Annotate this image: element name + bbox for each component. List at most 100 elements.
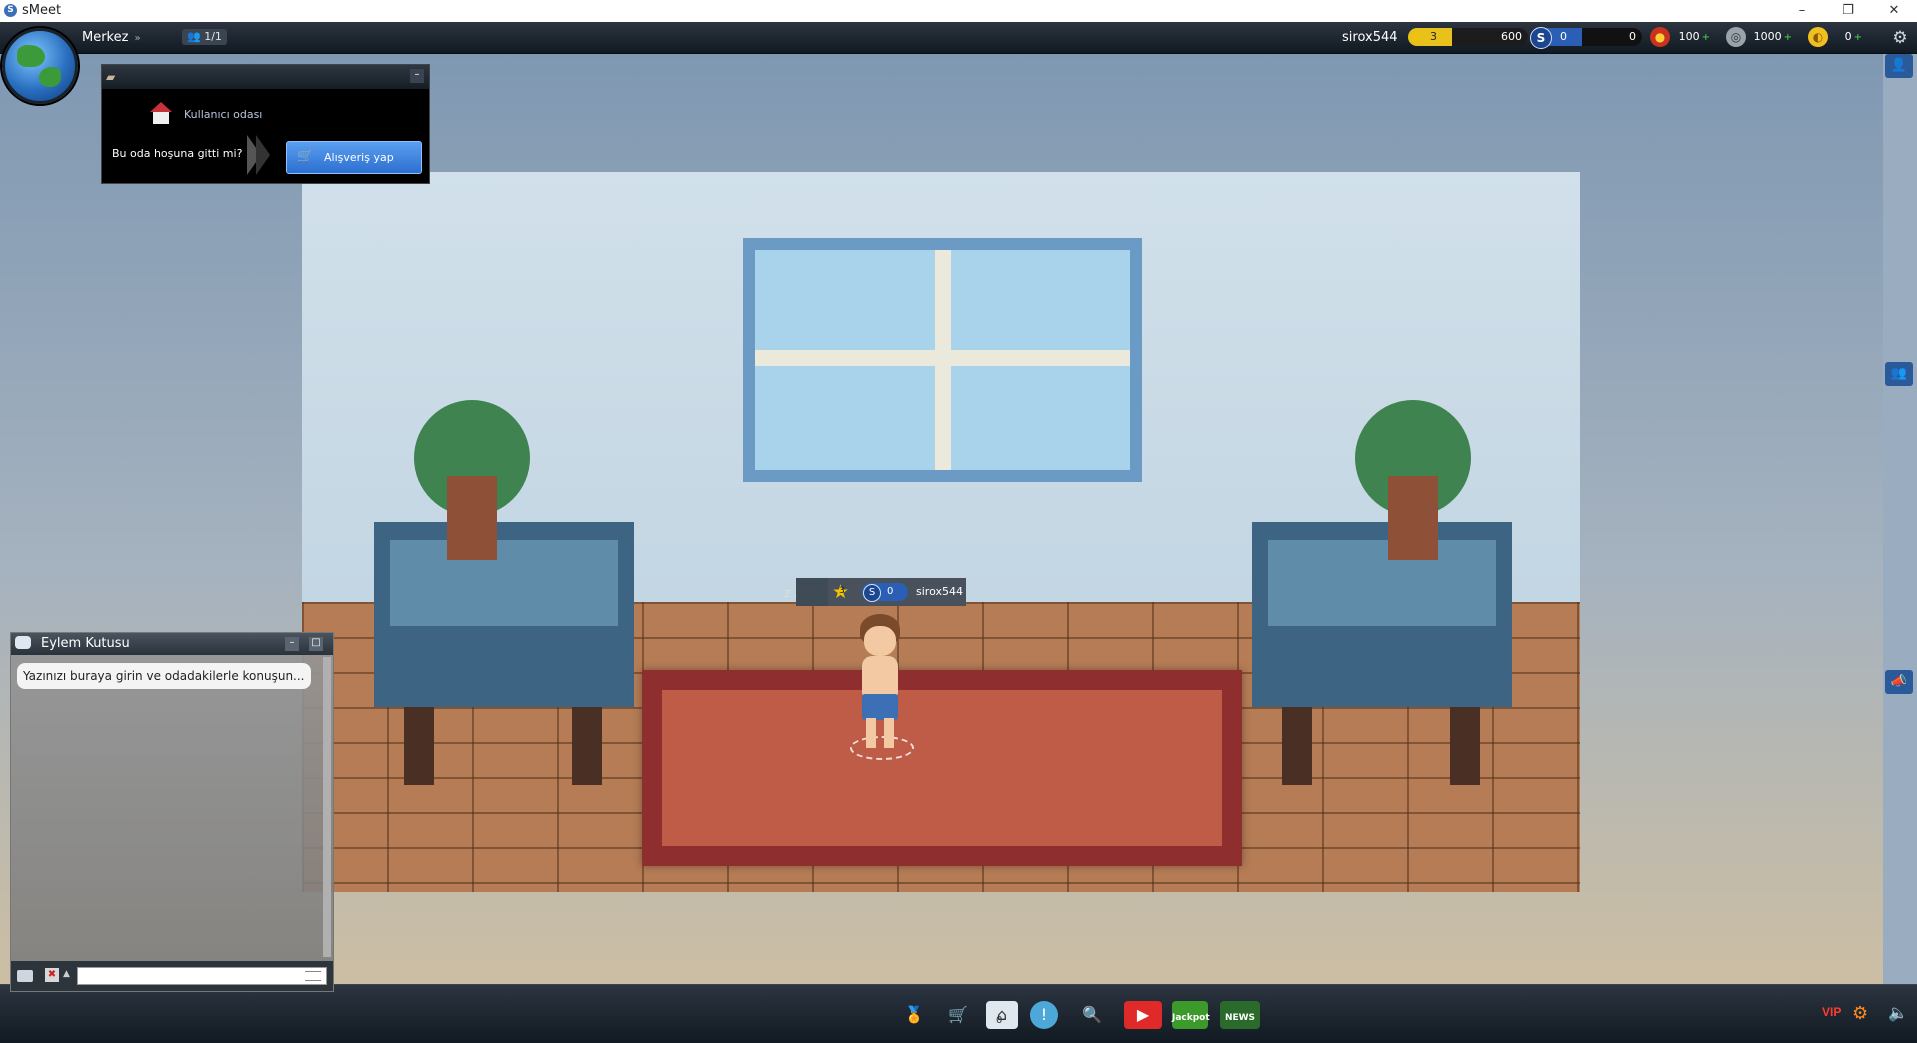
player-avatar[interactable] bbox=[850, 614, 914, 760]
username-label[interactable]: sirox544 bbox=[1342, 30, 1398, 45]
room-rug bbox=[642, 670, 1242, 866]
home-icon[interactable]: ⌂ 0 bbox=[986, 1001, 1018, 1029]
cabinet-leg bbox=[572, 707, 602, 785]
cart-icon: 🛒 bbox=[297, 149, 314, 164]
shopping-cart-icon[interactable]: 🛒 bbox=[942, 1001, 974, 1029]
player-coins: 0 bbox=[887, 586, 894, 597]
gear-icon[interactable]: ⚙ bbox=[1852, 1003, 1868, 1024]
box-icon: ▰ bbox=[106, 70, 116, 84]
vip-icon[interactable]: VIP bbox=[1822, 1005, 1841, 1019]
rug-inner bbox=[662, 690, 1222, 846]
avatar-shorts bbox=[862, 694, 898, 720]
news-icon[interactable]: NEWS bbox=[1220, 1001, 1260, 1029]
xp-value: 600 bbox=[1501, 30, 1522, 43]
smeet-coin-left-value: 0 bbox=[1560, 30, 1567, 43]
player-level: 3 bbox=[839, 586, 845, 596]
avatar-leg bbox=[866, 718, 876, 748]
room-info-panel: ▰ – Kullanıcı odası Bu oda hoşuna gitti … bbox=[101, 64, 430, 184]
energy-icon: ● bbox=[1650, 27, 1670, 47]
energy-value: 100 + bbox=[1678, 30, 1710, 43]
cabinet-leg bbox=[404, 707, 434, 785]
right-plant-pot bbox=[1388, 476, 1438, 560]
gold-value: 0 + bbox=[1844, 30, 1862, 43]
chat-panel: Eylem Kutusu – □ Yazınızı buraya girin v… bbox=[10, 632, 334, 992]
level-xp-indicator[interactable]: ★ 3 600 bbox=[1408, 28, 1528, 46]
avatar-body bbox=[862, 656, 898, 698]
chat-hint-message: Yazınızı buraya girin ve odadakilerle ko… bbox=[17, 663, 311, 689]
maximize-chat-button[interactable]: □ bbox=[309, 637, 323, 651]
window-titlebar: S sMeet – ❐ ✕ bbox=[0, 0, 1917, 23]
cabinet-leg bbox=[1450, 707, 1480, 785]
smeet-app-icon: S bbox=[4, 4, 17, 17]
energy-indicator[interactable]: ● 100 + bbox=[1650, 27, 1718, 47]
cabinet-top bbox=[390, 540, 618, 626]
player-coin-badge: S 0 bbox=[862, 583, 908, 602]
smeet-coin-right-value: 0 bbox=[1629, 30, 1636, 43]
shop-button[interactable]: 🛒 Alışveriş yap bbox=[286, 141, 422, 174]
location-menu[interactable]: Merkez » bbox=[82, 30, 141, 45]
gold-coin-icon: ◐ bbox=[1808, 27, 1828, 47]
room-window bbox=[743, 238, 1142, 482]
chat-mode-icon[interactable] bbox=[17, 970, 33, 982]
chat-bubble-icon bbox=[15, 636, 31, 649]
player-nameplate[interactable]: z z ★ 3 S 0 sirox544 bbox=[784, 578, 966, 606]
smeet-coin-icon: S bbox=[1530, 27, 1552, 49]
left-cabinet[interactable] bbox=[374, 522, 634, 785]
star-icon: ★ bbox=[1410, 30, 1422, 44]
emoticon-icon[interactable]: ✖ bbox=[45, 968, 59, 982]
silver-value: 1000 + bbox=[1753, 30, 1792, 43]
level-value: 3 bbox=[1430, 30, 1437, 43]
users-icon: 👥 bbox=[187, 30, 201, 43]
window-title: sMeet bbox=[22, 3, 62, 18]
youtube-icon[interactable]: ▶ bbox=[1124, 1001, 1162, 1029]
minimize-panel-button[interactable]: – bbox=[410, 69, 424, 83]
avatar-head bbox=[864, 626, 896, 656]
speaker-icon[interactable]: 🔈 bbox=[1888, 1003, 1908, 1022]
caret-up-icon[interactable]: ▲ bbox=[63, 969, 70, 979]
window-pane bbox=[755, 366, 935, 470]
close-window-button[interactable]: ✕ bbox=[1872, 0, 1916, 22]
player-badge-slot bbox=[796, 578, 828, 606]
avatar-selection-ring bbox=[850, 736, 914, 760]
gear-icon[interactable]: ⚙ bbox=[1890, 28, 1910, 48]
minimize-window-button[interactable]: – bbox=[1780, 0, 1824, 22]
window-pane bbox=[755, 250, 935, 350]
globe-land bbox=[39, 67, 61, 87]
magnifier-icon[interactable]: 🔍 bbox=[1076, 1001, 1108, 1029]
medal-icon[interactable]: 🏅 bbox=[898, 1001, 930, 1029]
chat-input[interactable] bbox=[77, 967, 327, 985]
user-count-value: 1/1 bbox=[204, 30, 222, 43]
smeet-coin-indicator[interactable]: S 0 0 bbox=[1530, 27, 1642, 49]
globe-icon[interactable] bbox=[2, 28, 78, 104]
announcement-icon[interactable]: 📣 bbox=[1885, 670, 1913, 694]
chat-panel-title: Eylem Kutusu bbox=[41, 636, 130, 651]
exclamation-icon[interactable]: ! bbox=[1030, 1001, 1058, 1029]
cabinet-leg bbox=[1282, 707, 1312, 785]
right-cabinet[interactable] bbox=[1252, 522, 1512, 785]
restore-window-button[interactable]: ❐ bbox=[1826, 0, 1870, 22]
window-pane bbox=[951, 250, 1130, 350]
room-panel-header: ▰ – bbox=[102, 65, 429, 89]
room-name[interactable]: Kullanıcı odası bbox=[184, 108, 262, 121]
globe-land bbox=[17, 45, 45, 67]
chat-scrollbar[interactable] bbox=[323, 657, 331, 957]
shop-button-label: Alışveriş yap bbox=[324, 151, 394, 164]
room-user-count[interactable]: 👥 1/1 bbox=[182, 29, 227, 45]
window-pane bbox=[951, 366, 1130, 470]
player-name: sirox544 bbox=[916, 585, 963, 598]
friends-help-icon[interactable]: 👤 bbox=[1885, 54, 1913, 78]
minimize-chat-button[interactable]: – bbox=[285, 637, 299, 651]
send-icon[interactable] bbox=[305, 971, 321, 981]
room-like-question: Bu oda hoşuna gitti mi? bbox=[112, 147, 243, 160]
jackpot-icon[interactable]: Jackpot bbox=[1172, 1001, 1210, 1029]
silver-indicator[interactable]: ◎ 1000 + bbox=[1726, 27, 1800, 47]
window-frame-bar bbox=[935, 250, 951, 470]
avatar-leg bbox=[884, 718, 894, 748]
chat-input-bar: ✖ ▲ bbox=[11, 961, 333, 991]
arrow-divider bbox=[256, 135, 270, 175]
gold-indicator[interactable]: ◐ 0 + bbox=[1808, 27, 1870, 47]
cabinet-top bbox=[1268, 540, 1496, 626]
friends-list-icon[interactable]: 👥 bbox=[1885, 362, 1913, 386]
left-plant-pot bbox=[447, 476, 497, 560]
house-icon bbox=[150, 102, 172, 124]
